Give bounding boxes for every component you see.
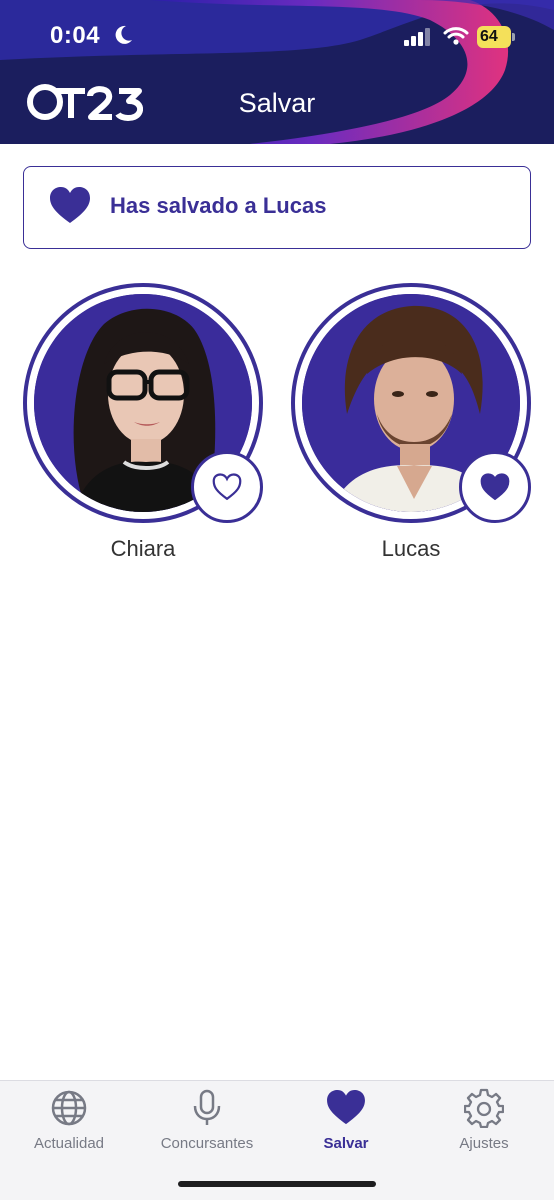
heart-filled-icon	[480, 473, 510, 501]
tab-ajustes[interactable]: Ajustes	[415, 1081, 553, 1161]
battery-level: 64	[480, 28, 498, 45]
signal-icon	[404, 28, 430, 46]
tab-label: Ajustes	[459, 1135, 509, 1152]
tab-actualidad[interactable]: Actualidad	[0, 1081, 138, 1161]
saved-banner: Has salvado a Lucas	[23, 166, 531, 249]
wifi-icon	[443, 27, 469, 45]
save-button-chiara[interactable]	[191, 451, 263, 523]
gear-icon	[464, 1088, 504, 1128]
tab-label: Actualidad	[33, 1135, 105, 1152]
save-button-lucas[interactable]	[459, 451, 531, 523]
tab-salvar[interactable]: Salvar	[277, 1081, 415, 1161]
status-time: 0:04	[50, 22, 101, 49]
heart-outline-icon	[212, 473, 242, 501]
contestant-name: Chiara	[110, 536, 176, 561]
page-title: Salvar	[238, 88, 316, 118]
contestant-name: Lucas	[381, 536, 441, 561]
microphone-icon	[193, 1089, 221, 1125]
contestant-card-chiara[interactable]: Chiara	[23, 283, 263, 573]
tab-label: Salvar	[323, 1135, 369, 1152]
tab-label: Concursantes	[160, 1135, 254, 1152]
app-header: 0:04 64 Salvar	[0, 0, 554, 144]
tab-concursantes[interactable]: Concursantes	[138, 1081, 276, 1161]
contestant-card-lucas[interactable]: Lucas	[291, 283, 531, 573]
heart-icon	[50, 187, 90, 223]
globe-icon	[51, 1090, 87, 1126]
battery-indicator: 64	[477, 26, 515, 48]
saved-banner-text: Has salvado a Lucas	[110, 193, 327, 218]
heart-icon	[327, 1090, 365, 1125]
home-indicator[interactable]	[178, 1181, 376, 1187]
moon-icon	[115, 25, 132, 44]
